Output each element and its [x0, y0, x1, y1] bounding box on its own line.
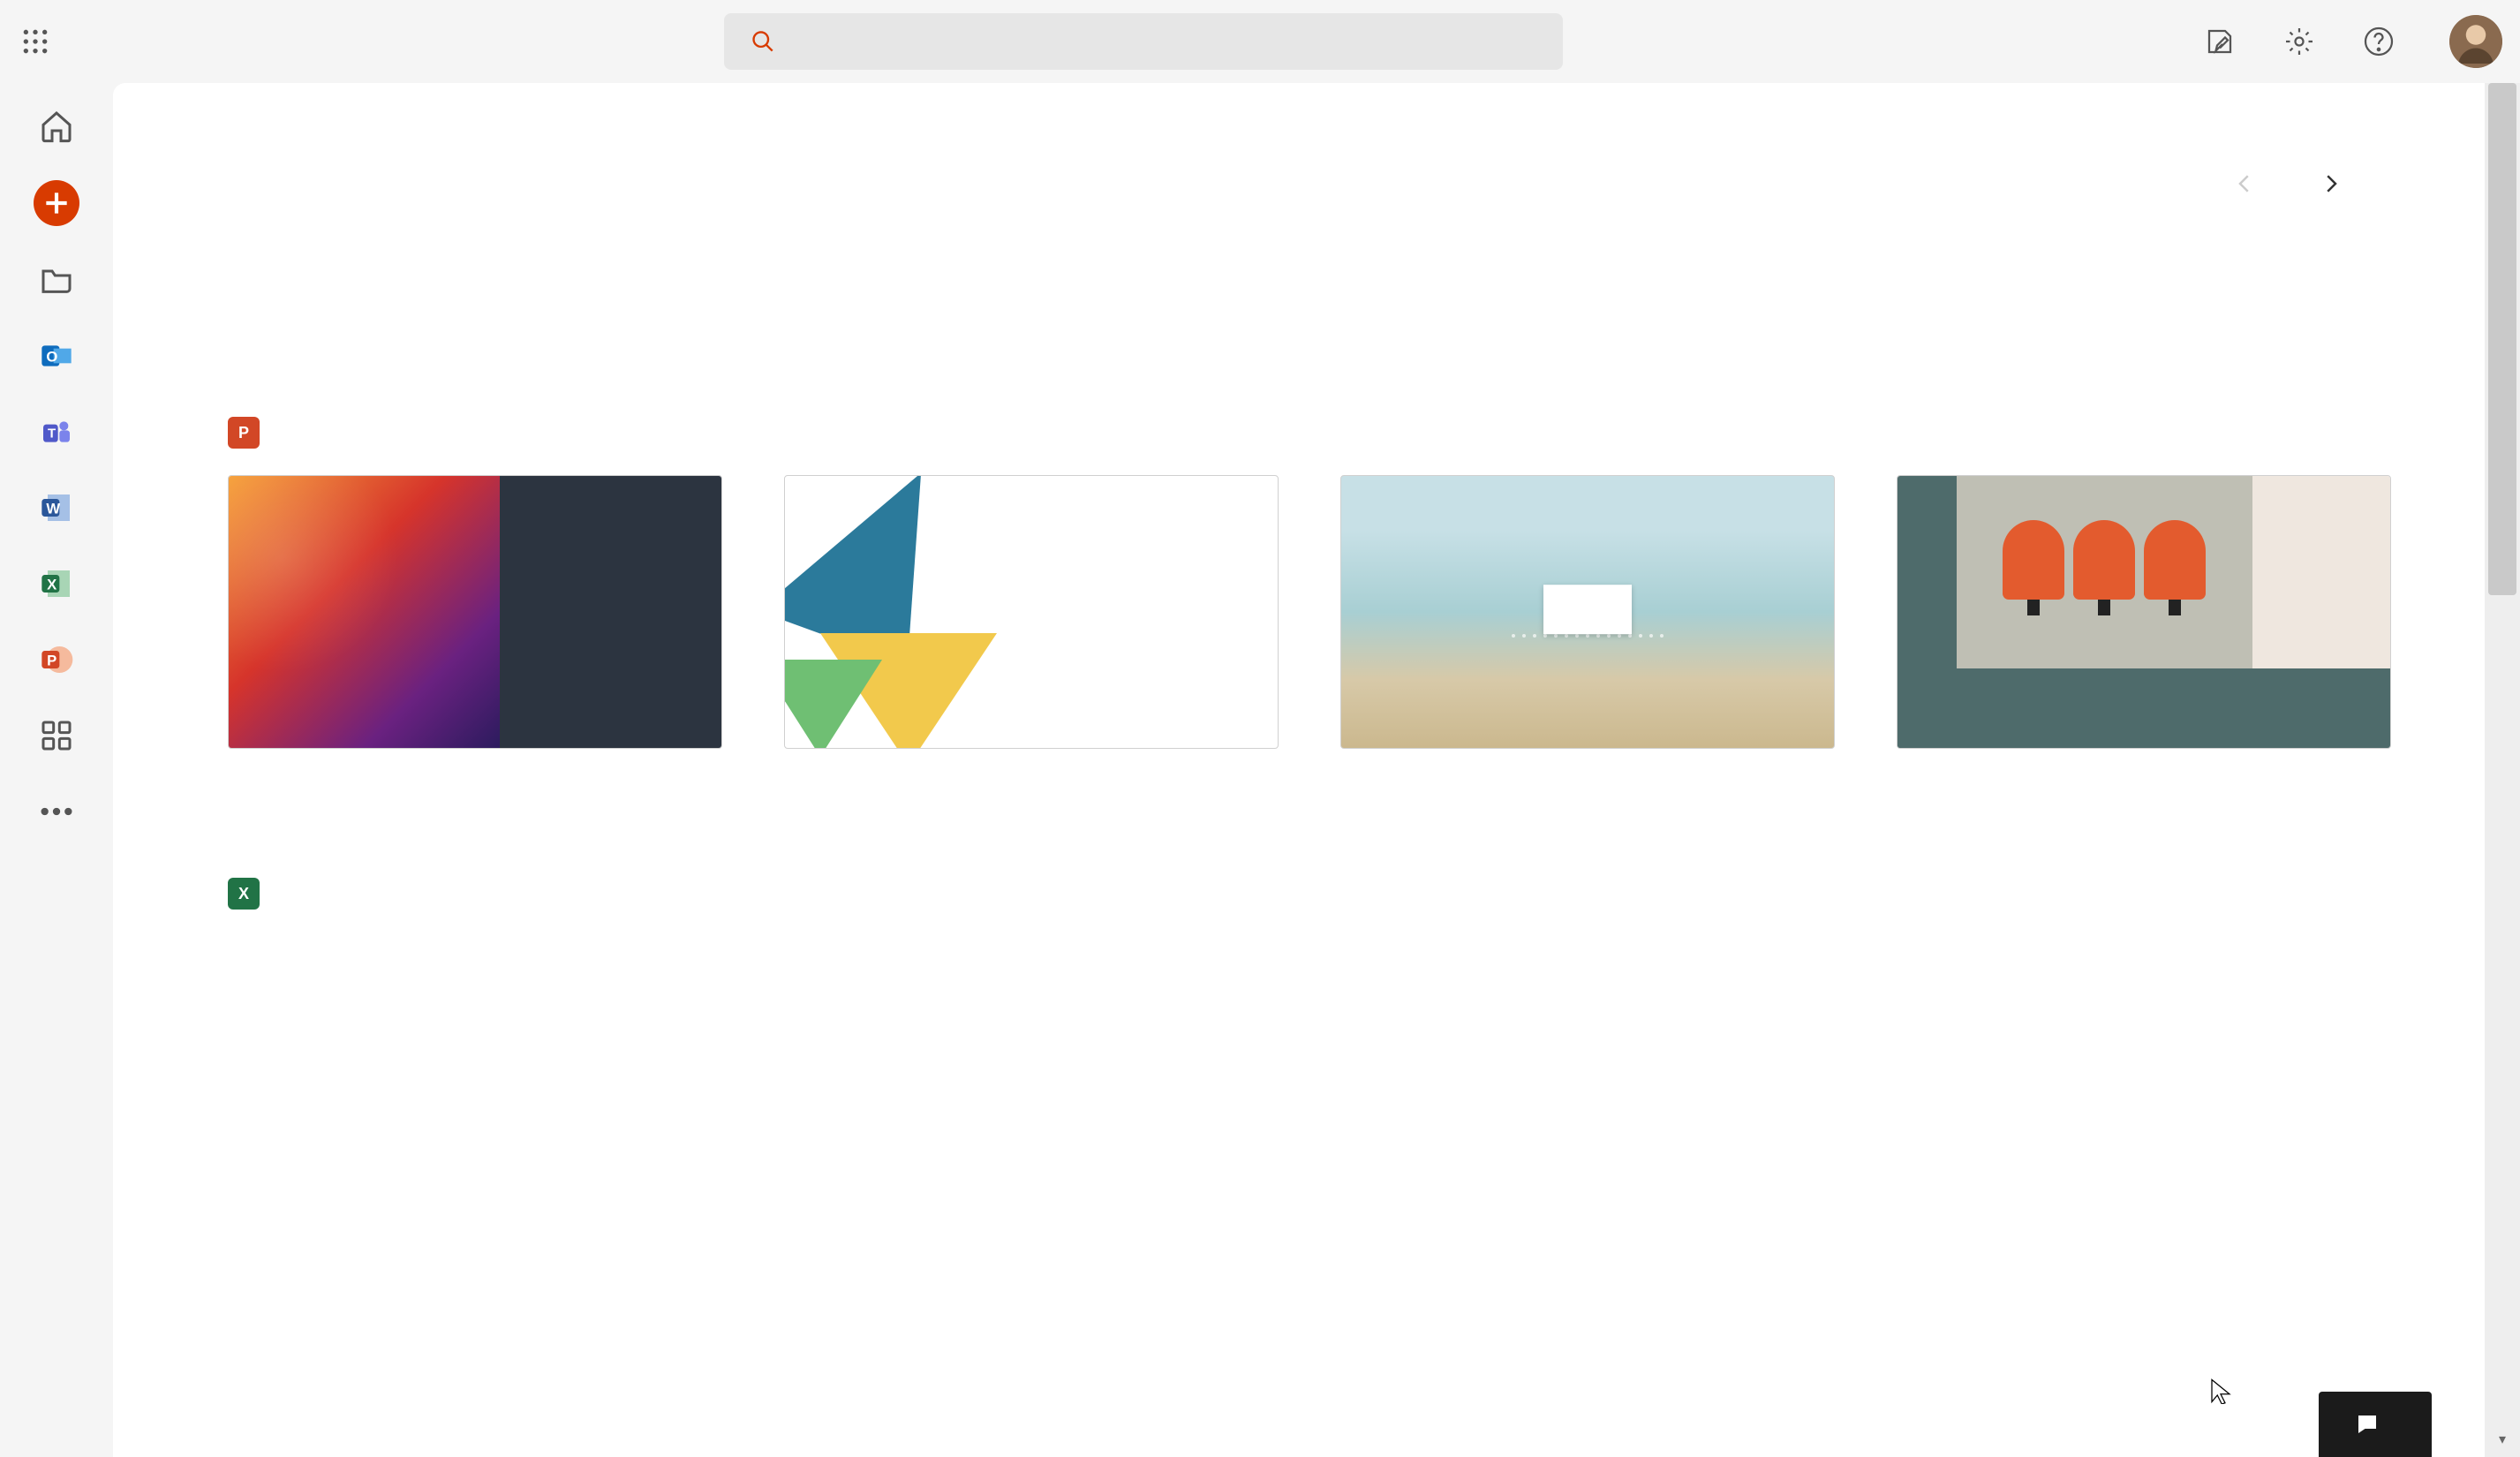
create-next-button[interactable] — [2310, 162, 2352, 205]
svg-text:T: T — [48, 427, 56, 442]
rail-teams[interactable]: T — [0, 401, 113, 477]
rail-mycontent[interactable] — [0, 249, 113, 325]
svg-text:O: O — [46, 349, 57, 366]
rail-home[interactable] — [0, 95, 113, 171]
rail-create[interactable] — [0, 171, 113, 249]
chat-icon — [2354, 1411, 2380, 1438]
rail-apps[interactable] — [0, 705, 113, 781]
template-3d-float[interactable] — [228, 475, 722, 772]
rail-excel[interactable]: X — [0, 553, 113, 629]
create-prev-button — [2223, 162, 2266, 205]
header-actions — [2202, 15, 2502, 68]
app-launcher-icon[interactable] — [18, 24, 53, 59]
help-icon[interactable] — [2361, 24, 2396, 59]
powerpoint-icon: P — [34, 638, 79, 682]
svg-text:W: W — [46, 501, 60, 517]
settings-icon[interactable] — [2282, 24, 2317, 59]
rail-word[interactable]: W — [0, 477, 113, 553]
create-icon — [34, 180, 79, 226]
main-content: P — [113, 83, 2485, 1457]
svg-text:X: X — [47, 577, 57, 593]
template-modern-conf[interactable] — [1897, 475, 2391, 772]
home-icon — [34, 104, 79, 148]
feedback-button[interactable] — [2319, 1392, 2432, 1457]
template-bohemian[interactable] — [1340, 475, 1835, 772]
excel-badge-icon: X — [228, 878, 260, 910]
scrollbar-down-icon[interactable]: ▾ — [2485, 1422, 2520, 1457]
search-box[interactable] — [724, 13, 1563, 70]
rail-outlook[interactable]: O — [0, 325, 113, 401]
search-input[interactable] — [796, 26, 1536, 57]
outlook-icon: O — [34, 334, 79, 378]
word-icon: W — [34, 486, 79, 530]
svg-text:P: P — [47, 653, 57, 669]
header — [0, 0, 2520, 83]
scrollbar-thumb[interactable] — [2488, 83, 2516, 595]
powerpoint-badge-icon: P — [228, 417, 260, 449]
apps-icon — [34, 713, 79, 758]
folder-icon — [34, 258, 79, 302]
rail-more-icon[interactable] — [34, 798, 79, 825]
teams-icon: T — [34, 410, 79, 454]
scrollbar[interactable]: ▾ — [2485, 83, 2520, 1457]
rail-powerpoint[interactable]: P — [0, 629, 113, 705]
excel-icon: X — [34, 562, 79, 606]
template-geometric[interactable] — [784, 475, 1279, 772]
search-icon — [751, 28, 775, 55]
left-rail: O T W X P — [0, 83, 113, 1457]
whats-new-icon[interactable] — [2202, 24, 2237, 59]
account-avatar[interactable] — [2449, 15, 2502, 68]
